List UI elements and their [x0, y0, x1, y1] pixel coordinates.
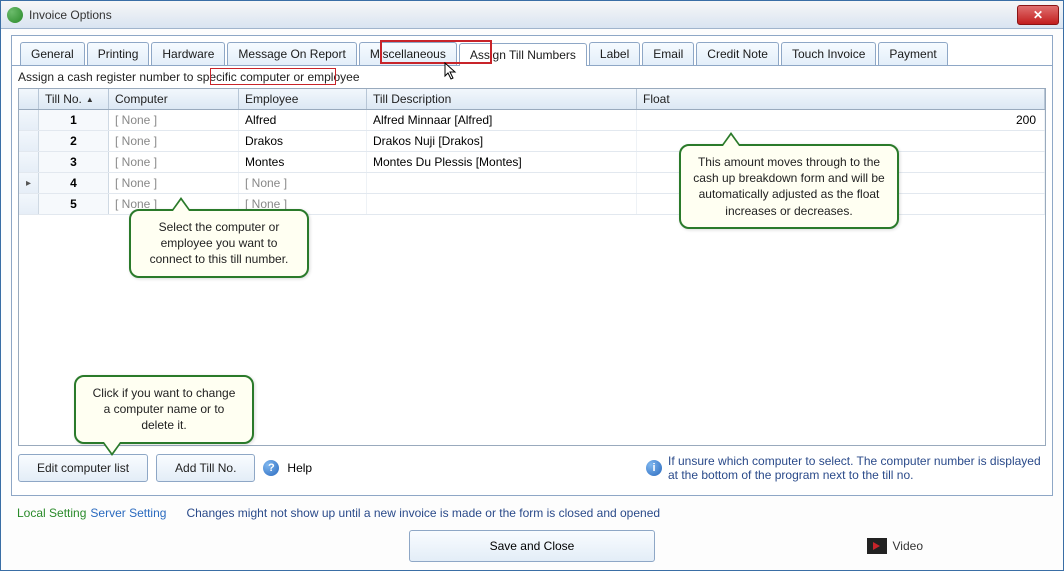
cell-description[interactable] — [367, 194, 637, 214]
invoice-options-window: Invoice Options ✕ General Printing Hardw… — [0, 0, 1064, 571]
cell-tillno[interactable]: 3 — [39, 152, 109, 172]
cell-description[interactable]: Drakos Nuji [Drakos] — [367, 131, 637, 151]
col-header-tillno[interactable]: Till No. — [39, 89, 109, 109]
row-selector[interactable] — [19, 194, 39, 214]
tab-touch-invoice[interactable]: Touch Invoice — [781, 42, 876, 65]
tabstrip: General Printing Hardware Message On Rep… — [12, 36, 1052, 66]
save-and-close-button[interactable]: Save and Close — [409, 530, 656, 562]
row-selector[interactable] — [19, 110, 39, 130]
instruction-highlight-annotation — [210, 68, 336, 85]
callout-edit-computer-list: Click if you want to change a computer n… — [74, 375, 254, 444]
video-label: Video — [893, 539, 923, 553]
tab-general[interactable]: General — [20, 42, 85, 65]
video-icon — [867, 538, 887, 554]
cell-employee[interactable]: Montes — [239, 152, 367, 172]
cell-tillno[interactable]: 1 — [39, 110, 109, 130]
help-label[interactable]: Help — [287, 461, 312, 475]
titlebar: Invoice Options ✕ — [1, 1, 1063, 29]
col-header-description[interactable]: Till Description — [367, 89, 637, 109]
tab-credit-note[interactable]: Credit Note — [696, 42, 779, 65]
cell-description[interactable]: Montes Du Plessis [Montes] — [367, 152, 637, 172]
tab-email[interactable]: Email — [642, 42, 694, 65]
tab-printing[interactable]: Printing — [87, 42, 150, 65]
cell-description[interactable] — [367, 173, 637, 193]
window-title: Invoice Options — [29, 8, 1017, 22]
cell-computer[interactable]: [ None ] — [109, 152, 239, 172]
row-selector[interactable] — [19, 152, 39, 172]
row-selector-header — [19, 89, 39, 109]
tab-message-on-report[interactable]: Message On Report — [227, 42, 356, 65]
cell-description[interactable]: Alfred Minnaar [Alfred] — [367, 110, 637, 130]
tab-payment[interactable]: Payment — [878, 42, 947, 65]
col-header-float[interactable]: Float — [637, 89, 1045, 109]
app-icon — [7, 7, 23, 23]
help-icon[interactable]: ? — [263, 460, 279, 476]
save-row: Save and Close Video — [1, 520, 1063, 570]
tab-label[interactable]: Label — [589, 42, 640, 65]
cell-employee[interactable]: [ None ] — [239, 173, 367, 193]
content-frame: General Printing Hardware Message On Rep… — [11, 35, 1053, 496]
cell-tillno[interactable]: 4 — [39, 173, 109, 193]
col-header-computer[interactable]: Computer — [109, 89, 239, 109]
till-grid: Till No. Computer Employee Till Descript… — [18, 88, 1046, 446]
callout-text: Select the computer or employee you want… — [150, 220, 289, 266]
bottom-toolbar: Edit computer list Add Till No. ? Help i… — [12, 446, 1052, 483]
cell-computer[interactable]: [ None ] — [109, 173, 239, 193]
callout-float-amount: This amount moves through to the cash up… — [679, 144, 899, 229]
tab-miscellaneous[interactable]: Miscellaneous — [359, 42, 457, 65]
edit-computer-list-button[interactable]: Edit computer list — [18, 454, 148, 482]
close-button[interactable]: ✕ — [1017, 5, 1059, 25]
instruction-text: Assign a cash register number to specifi… — [12, 66, 1052, 88]
close-icon: ✕ — [1033, 8, 1043, 22]
grid-header: Till No. Computer Employee Till Descript… — [19, 89, 1045, 110]
settings-row: Local Setting Server Setting Changes mig… — [1, 500, 1063, 520]
tab-hardware[interactable]: Hardware — [151, 42, 225, 65]
row-selector[interactable] — [19, 131, 39, 151]
add-till-no-button[interactable]: Add Till No. — [156, 454, 255, 482]
callout-select-computer-employee: Select the computer or employee you want… — [129, 209, 309, 278]
video-link[interactable]: Video — [867, 538, 923, 554]
cell-employee[interactable]: Drakos — [239, 131, 367, 151]
row-selector[interactable]: ▸ — [19, 173, 39, 193]
info-group: i If unsure which computer to select. Th… — [646, 454, 1046, 483]
table-row[interactable]: 1 [ None ] Alfred Alfred Minnaar [Alfred… — [19, 110, 1045, 131]
cell-computer[interactable]: [ None ] — [109, 131, 239, 151]
tab-assign-till-numbers[interactable]: Assign Till Numbers — [459, 43, 587, 66]
info-icon: i — [646, 460, 662, 476]
callout-text: Click if you want to change a computer n… — [93, 386, 236, 432]
settings-note: Changes might not show up until a new in… — [186, 506, 660, 520]
cell-float[interactable]: 200 — [637, 110, 1045, 130]
col-header-employee[interactable]: Employee — [239, 89, 367, 109]
server-setting-link[interactable]: Server Setting — [90, 506, 166, 520]
cell-employee[interactable]: Alfred — [239, 110, 367, 130]
callout-text: This amount moves through to the cash up… — [693, 155, 884, 218]
cell-tillno[interactable]: 5 — [39, 194, 109, 214]
cell-tillno[interactable]: 2 — [39, 131, 109, 151]
local-setting-link[interactable]: Local Setting — [17, 506, 86, 520]
info-text: If unsure which computer to select. The … — [668, 454, 1046, 483]
cell-computer[interactable]: [ None ] — [109, 110, 239, 130]
